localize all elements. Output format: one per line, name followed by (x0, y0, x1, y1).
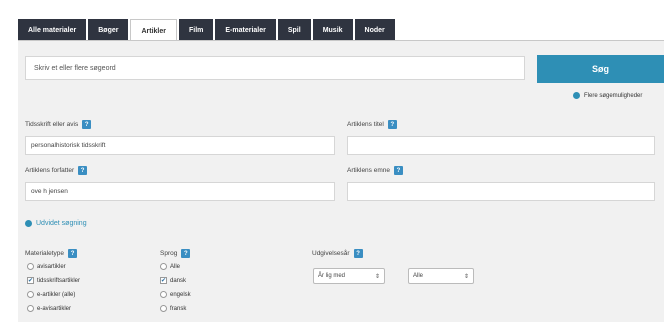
radio-button[interactable] (27, 291, 34, 298)
year-label: Udgivelsesår ? (312, 249, 363, 258)
language-label: Sprog ? (160, 249, 191, 258)
title-field[interactable] (347, 136, 655, 155)
tab-film[interactable]: Film (179, 19, 214, 41)
help-icon[interactable]: ? (78, 166, 88, 175)
title-label: Artiklens titel ? (347, 120, 397, 129)
checkbox[interactable]: ✔ (27, 277, 34, 284)
more-options-link[interactable]: Flere søgemuligheder (573, 92, 642, 99)
title-label-text: Artiklens titel (347, 121, 384, 128)
author-field[interactable]: ove h jensen (25, 182, 335, 201)
subject-field[interactable] (347, 182, 655, 201)
tab-noder[interactable]: Noder (354, 19, 395, 41)
tab-musik[interactable]: Musik (312, 19, 353, 41)
option-label: Alle (170, 263, 181, 270)
language-label-text: Sprog (160, 250, 178, 257)
search-button[interactable]: Søg (537, 55, 664, 83)
bullet-icon (25, 220, 32, 227)
radio-button[interactable] (160, 263, 167, 270)
tab-artikler[interactable]: Artikler (130, 19, 177, 42)
journal-label: Tidsskrift eller avis ? (25, 120, 92, 129)
option-label: e-artikler (alle) (37, 291, 76, 298)
subject-label-text: Artiklens emne (347, 167, 390, 174)
option-label: engelsk (170, 291, 191, 298)
select-value: Alle (413, 273, 424, 279)
option-label: tidsskriftsartikler (37, 277, 81, 284)
chevron-updown-icon: ⇕ (374, 273, 380, 280)
author-label: Artiklens forfatter ? (25, 166, 88, 175)
language-option-engelsk[interactable]: engelsk (160, 291, 191, 298)
radio-button[interactable] (160, 291, 167, 298)
language-option-dansk[interactable]: ✔ dansk (160, 277, 186, 284)
help-icon[interactable]: ? (181, 249, 191, 258)
tab-e-materialer[interactable]: E-materialer (215, 19, 276, 41)
help-icon[interactable]: ? (68, 249, 78, 258)
subject-label: Artiklens emne ? (347, 166, 403, 175)
tab-boger[interactable]: Bøger (88, 19, 129, 41)
language-option-alle[interactable]: Alle (160, 263, 180, 270)
option-label: e-avisartikler (37, 305, 72, 312)
option-label: avisartikler (37, 263, 66, 270)
search-input[interactable]: Skriv et eller flere søgeord (25, 56, 525, 80)
year-label-text: Udgivelsesår (312, 250, 350, 257)
radio-button[interactable] (27, 263, 34, 270)
option-label: dansk (170, 277, 187, 284)
material-option-avisartikler[interactable]: avisartikler (27, 263, 66, 270)
year-value-select[interactable]: Alle ⇕ (408, 268, 474, 284)
journal-field[interactable]: personalhistorisk tidsskrift (25, 136, 335, 155)
journal-label-text: Tidsskrift eller avis (25, 121, 79, 128)
radio-button[interactable] (27, 305, 34, 312)
help-icon[interactable]: ? (394, 166, 403, 175)
material-option-e-avisartikler[interactable]: e-avisartikler (27, 305, 71, 312)
author-label-text: Artiklens forfatter (25, 167, 75, 174)
chevron-updown-icon: ⇕ (463, 273, 469, 280)
material-tabs: Alle materialer Bøger Artikler Film E-ma… (18, 19, 395, 42)
bullet-icon (573, 92, 580, 99)
material-type-label: Materialetype ? (25, 249, 78, 258)
tab-alle-materialer[interactable]: Alle materialer (18, 19, 87, 41)
option-label: fransk (170, 305, 187, 312)
advanced-search-link[interactable]: Udvidet søgning (25, 220, 87, 227)
more-options-label: Flere søgemuligheder (584, 92, 643, 99)
material-option-e-artikler[interactable]: e-artikler (alle) (27, 291, 75, 298)
help-icon[interactable]: ? (82, 120, 92, 129)
radio-button[interactable] (160, 305, 167, 312)
select-value: År lig med (318, 273, 346, 279)
material-option-tidsskriftsartikler[interactable]: ✔ tidsskriftsartikler (27, 277, 80, 284)
language-option-fransk[interactable]: fransk (160, 305, 186, 312)
tab-spil[interactable]: Spil (277, 19, 311, 41)
checkbox[interactable]: ✔ (160, 277, 167, 284)
help-icon[interactable]: ? (387, 120, 397, 129)
material-type-label-text: Materialetype (25, 250, 65, 257)
year-operator-select[interactable]: År lig med ⇕ (313, 268, 385, 284)
help-icon[interactable]: ? (353, 249, 363, 258)
advanced-search-label: Udvidet søgning (36, 220, 87, 227)
